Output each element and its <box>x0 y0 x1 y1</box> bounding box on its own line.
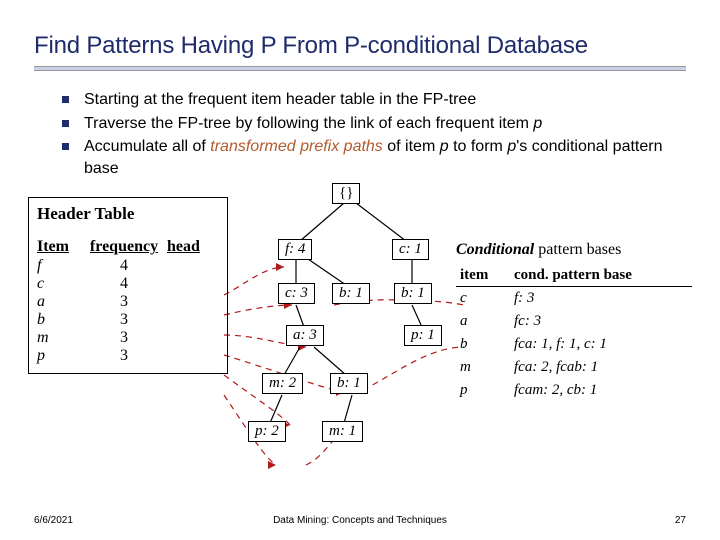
header-table: Header Table Item frequency head f4c4a3b… <box>28 197 228 374</box>
table-row: cf: 3 <box>456 287 692 311</box>
node-b1c: b: 1 <box>330 373 368 394</box>
footer-date: 6/6/2021 <box>34 515 73 526</box>
cpb-col-item: item <box>456 265 510 287</box>
node-f4: f: 4 <box>278 239 312 260</box>
table-row: mfca: 2, fcab: 1 <box>456 356 692 379</box>
table-row: bfca: 1, f: 1, c: 1 <box>456 333 692 356</box>
node-p1: p: 1 <box>404 325 442 346</box>
table-row: f4 <box>37 257 219 275</box>
bullet-3: Accumulate all of transformed prefix pat… <box>62 136 682 179</box>
cpb-table: item cond. pattern base cf: 3afc: 3bfca:… <box>456 265 692 402</box>
bullet-2: Traverse the FP-tree by following the li… <box>62 113 682 135</box>
cpb-title: Conditional pattern bases <box>456 241 692 259</box>
conditional-pattern-bases: Conditional pattern bases item cond. pat… <box>456 241 692 402</box>
table-row: m3 <box>37 329 219 347</box>
table-row: afc: 3 <box>456 310 692 333</box>
footer-page: 27 <box>675 515 686 526</box>
node-m1: m: 1 <box>322 421 363 442</box>
slide-title: Find Patterns Having P From P-conditiona… <box>34 32 686 60</box>
slide-footer: 6/6/2021 Data Mining: Concepts and Techn… <box>34 515 686 526</box>
node-c3: c: 3 <box>278 283 315 304</box>
node-p2: p: 2 <box>248 421 286 442</box>
tree-root: {} <box>332 183 360 204</box>
bullet-1: Starting at the frequent item header tab… <box>62 89 682 111</box>
node-c1: c: 1 <box>392 239 429 260</box>
header-table-columns: Item frequency head <box>37 238 219 257</box>
table-row: pfcam: 2, cb: 1 <box>456 379 692 402</box>
cpb-col-base: cond. pattern base <box>510 265 692 287</box>
table-row: a3 <box>37 293 219 311</box>
header-table-title: Header Table <box>37 204 219 224</box>
title-divider <box>34 66 686 71</box>
node-m2: m: 2 <box>262 373 303 394</box>
node-a3: a: 3 <box>286 325 324 346</box>
table-row: p3 <box>37 347 219 365</box>
node-b1b: b: 1 <box>394 283 432 304</box>
bullet-list: Starting at the frequent item header tab… <box>62 89 682 179</box>
fp-tree: {} f: 4 c: 1 c: 3 b: 1 b: 1 a: 3 p: 1 m:… <box>234 177 494 477</box>
table-row: c4 <box>37 275 219 293</box>
table-row: b3 <box>37 311 219 329</box>
footer-title: Data Mining: Concepts and Techniques <box>273 515 447 526</box>
node-b1a: b: 1 <box>332 283 370 304</box>
